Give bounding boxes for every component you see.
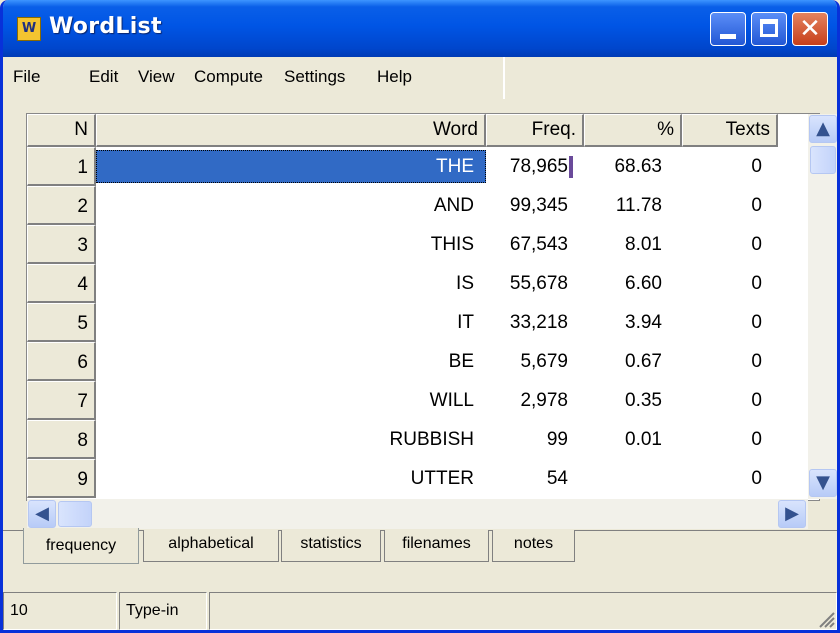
- row-number[interactable]: 5: [27, 303, 96, 342]
- cell-texts[interactable]: 0: [682, 306, 778, 339]
- cell-word[interactable]: IT: [96, 306, 486, 339]
- cell-freq[interactable]: 54: [486, 462, 584, 495]
- close-button[interactable]: ✕: [792, 12, 828, 46]
- row-number[interactable]: 9: [27, 459, 96, 498]
- cell-percent[interactable]: 68.63: [584, 150, 682, 183]
- status-bar: 10 Type-in: [3, 592, 837, 630]
- scroll-left-button[interactable]: ◀: [28, 500, 56, 528]
- maximize-button[interactable]: [751, 12, 787, 46]
- cell-word[interactable]: BE: [96, 345, 486, 378]
- cell-word[interactable]: WILL: [96, 384, 486, 417]
- cell-percent[interactable]: 3.94: [584, 306, 682, 339]
- close-icon: ✕: [799, 14, 821, 44]
- row-number[interactable]: 7: [27, 381, 96, 420]
- vertical-scroll-thumb[interactable]: [810, 146, 836, 174]
- resize-grip-icon[interactable]: [817, 610, 835, 628]
- tab-notes[interactable]: notes: [492, 530, 575, 562]
- row-number[interactable]: 3: [27, 225, 96, 264]
- cell-texts[interactable]: 0: [682, 267, 778, 300]
- cell-freq[interactable]: 33,218: [486, 306, 584, 339]
- column-header-texts[interactable]: Texts: [682, 114, 778, 147]
- scroll-down-button[interactable]: ▼: [809, 469, 837, 497]
- column-header-n[interactable]: N: [27, 114, 96, 147]
- wordlist-window: W WordList ✕ File Edit View Compute Sett…: [0, 0, 840, 633]
- minimize-button[interactable]: [710, 12, 746, 46]
- status-message: [209, 592, 837, 630]
- cell-word[interactable]: AND: [96, 189, 486, 222]
- cell-word[interactable]: IS: [96, 267, 486, 300]
- tab-filenames[interactable]: filenames: [384, 530, 489, 562]
- menu-view[interactable]: View: [138, 67, 175, 87]
- cell-percent[interactable]: 11.78: [584, 189, 682, 222]
- cell-freq[interactable]: 2,978: [486, 384, 584, 417]
- cell-freq[interactable]: 67,543: [486, 228, 584, 261]
- cell-freq[interactable]: 55,678: [486, 267, 584, 300]
- horizontal-scrollbar[interactable]: ◀ ▶: [27, 499, 808, 529]
- horizontal-scroll-thumb[interactable]: [58, 501, 92, 527]
- row-number[interactable]: 8: [27, 420, 96, 459]
- cell-percent[interactable]: 8.01: [584, 228, 682, 261]
- cell-percent[interactable]: 6.60: [584, 267, 682, 300]
- menu-separator: [503, 57, 505, 99]
- cell-texts[interactable]: 0: [682, 150, 778, 183]
- status-mode: Type-in: [119, 592, 207, 630]
- cell-texts[interactable]: 0: [682, 423, 778, 456]
- row-number[interactable]: 1: [27, 147, 96, 186]
- column-header-percent[interactable]: %: [584, 114, 682, 147]
- menu-help[interactable]: Help: [377, 67, 412, 87]
- scroll-right-button[interactable]: ▶: [778, 500, 806, 528]
- status-count: 10: [3, 592, 117, 630]
- cell-freq[interactable]: 99,345: [486, 189, 584, 222]
- cell-texts[interactable]: 0: [682, 189, 778, 222]
- cell-word[interactable]: RUBBISH: [96, 423, 486, 456]
- menu-settings[interactable]: Settings: [284, 67, 345, 87]
- cell-texts[interactable]: 0: [682, 462, 778, 495]
- menu-file[interactable]: File: [13, 67, 40, 87]
- scroll-up-button[interactable]: ▲: [809, 115, 837, 143]
- title-bar[interactable]: W WordList ✕: [3, 0, 837, 57]
- cell-percent[interactable]: 0.01: [584, 423, 682, 456]
- row-number[interactable]: 4: [27, 264, 96, 303]
- menu-bar: File Edit View Compute Settings Help: [3, 57, 837, 99]
- cell-texts[interactable]: 0: [682, 228, 778, 261]
- cell-freq[interactable]: 5,679: [486, 345, 584, 378]
- vertical-scrollbar[interactable]: ▲ ▼: [808, 114, 837, 499]
- menu-edit[interactable]: Edit: [89, 67, 118, 87]
- cell-texts[interactable]: 0: [682, 345, 778, 378]
- word-table: N Word Freq. % Texts 1 THE 78,965 68.63 0 2 AN…: [26, 113, 837, 529]
- tab-statistics[interactable]: statistics: [281, 530, 381, 562]
- text-cursor: [569, 156, 573, 178]
- tab-frequency[interactable]: frequency: [23, 528, 139, 564]
- wordlist-app-icon[interactable]: W: [17, 17, 41, 41]
- cell-percent[interactable]: 0.35: [584, 384, 682, 417]
- cell-percent[interactable]: [584, 462, 682, 495]
- tab-alphabetical[interactable]: alphabetical: [143, 530, 279, 562]
- cell-word[interactable]: UTTER: [96, 462, 486, 495]
- column-header-freq[interactable]: Freq.: [486, 114, 584, 147]
- cell-texts[interactable]: 0: [682, 384, 778, 417]
- cell-percent[interactable]: 0.67: [584, 345, 682, 378]
- cell-word[interactable]: THE: [96, 150, 486, 183]
- row-number[interactable]: 6: [27, 342, 96, 381]
- column-header-word[interactable]: Word: [96, 114, 486, 147]
- view-tabs: frequency alphabetical statistics filena…: [3, 528, 837, 570]
- menu-compute[interactable]: Compute: [194, 67, 263, 87]
- maximize-icon: [760, 19, 778, 37]
- cell-word[interactable]: THIS: [96, 228, 486, 261]
- row-number[interactable]: 2: [27, 186, 96, 225]
- window-title: WordList: [49, 14, 162, 39]
- minimize-icon: [720, 34, 736, 39]
- cell-freq[interactable]: 99: [486, 423, 584, 456]
